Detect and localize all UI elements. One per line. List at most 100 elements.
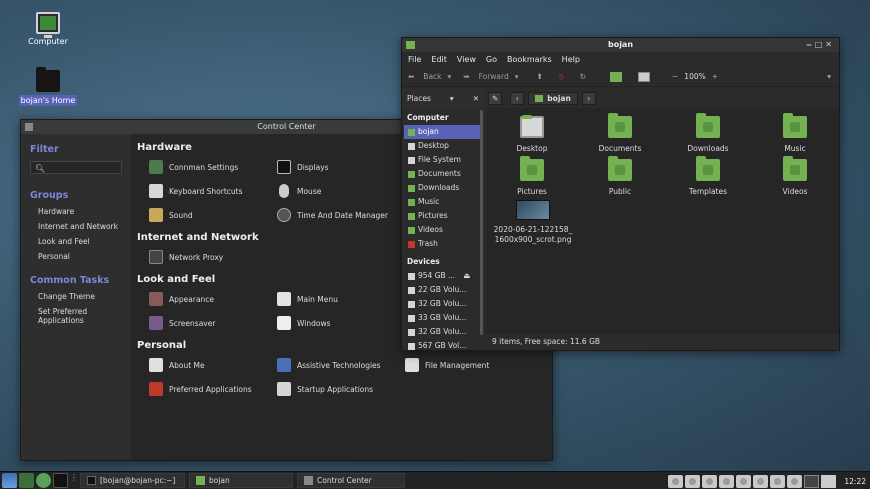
menu-file[interactable]: File bbox=[408, 52, 421, 67]
file-item-downloads[interactable]: Downloads bbox=[668, 113, 748, 153]
close-icon[interactable]: ✕ bbox=[825, 40, 835, 49]
workspace-6-icon[interactable] bbox=[753, 474, 769, 488]
workspace-2-icon[interactable] bbox=[685, 474, 701, 488]
back-button[interactable]: ⬅ Back bbox=[408, 72, 442, 81]
path-segment-current[interactable]: bojan bbox=[528, 91, 578, 105]
workspace-3-icon[interactable] bbox=[702, 474, 718, 488]
menu-go[interactable]: Go bbox=[486, 52, 497, 67]
file-item-videos[interactable]: Videos bbox=[755, 156, 835, 196]
about-me[interactable]: About Me bbox=[149, 356, 277, 374]
time-date-manager[interactable]: Time And Date Manager bbox=[277, 206, 405, 224]
clock[interactable]: 12:22 bbox=[844, 477, 866, 486]
file-manager-launcher-icon[interactable] bbox=[19, 473, 34, 488]
chevron-down-icon: ▾ bbox=[449, 93, 454, 103]
side-pane-scrollbar[interactable] bbox=[480, 110, 483, 335]
group-internet-network[interactable]: Internet and Network bbox=[38, 222, 122, 231]
network-tray-icon[interactable] bbox=[804, 474, 820, 488]
place-file-system[interactable]: File System bbox=[404, 153, 482, 167]
menu-bookmarks[interactable]: Bookmarks bbox=[507, 52, 552, 67]
group-look-feel[interactable]: Look and Feel bbox=[38, 237, 122, 246]
home-icon[interactable] bbox=[610, 71, 622, 82]
menu-view[interactable]: View bbox=[457, 52, 476, 67]
back-history-dropdown[interactable]: ▾ bbox=[448, 72, 452, 81]
device-item[interactable]: 33 GB Volu... bbox=[404, 311, 482, 325]
task-file-manager[interactable]: bojan bbox=[189, 473, 293, 488]
connman-settings[interactable]: Connman Settings bbox=[149, 158, 277, 176]
mouse[interactable]: Mouse bbox=[277, 182, 405, 200]
file-item-screenshot[interactable]: 2020-06-21-122158_1600x900_scrot.png bbox=[492, 200, 574, 245]
appearance[interactable]: Appearance bbox=[149, 290, 277, 308]
place-downloads[interactable]: Downloads bbox=[404, 181, 482, 195]
displays[interactable]: Displays bbox=[277, 158, 405, 176]
startup-applications[interactable]: Startup Applications bbox=[277, 380, 405, 398]
place-desktop[interactable]: Desktop bbox=[404, 139, 482, 153]
place-videos[interactable]: Videos bbox=[404, 223, 482, 237]
zoom-out-icon[interactable]: − bbox=[672, 72, 678, 81]
minimize-icon[interactable]: ‒ bbox=[806, 40, 815, 49]
path-scroll-left[interactable]: ‹ bbox=[510, 91, 525, 105]
menu-help[interactable]: Help bbox=[562, 52, 580, 67]
device-item[interactable]: 32 GB Volu... bbox=[404, 325, 482, 339]
file-item-music[interactable]: Music bbox=[755, 113, 835, 153]
edit-location-button[interactable]: ✎ bbox=[488, 91, 503, 105]
workspace-1-icon[interactable] bbox=[668, 474, 684, 488]
task-change-theme[interactable]: Change Theme bbox=[38, 292, 122, 301]
browser-launcher-icon[interactable] bbox=[36, 473, 51, 488]
maximize-icon[interactable]: □ bbox=[815, 40, 826, 49]
file-item-public[interactable]: Public bbox=[580, 156, 660, 196]
device-item[interactable]: 954 GB ... ⏏ bbox=[404, 269, 482, 283]
file-item-templates[interactable]: Templates bbox=[668, 156, 748, 196]
screensaver[interactable]: Screensaver bbox=[149, 314, 277, 332]
main-menu[interactable]: Main Menu bbox=[277, 290, 405, 308]
workspace-8-icon[interactable] bbox=[787, 474, 803, 488]
device-item[interactable]: 567 GB Vol... bbox=[404, 339, 482, 350]
up-icon[interactable]: ⬆ bbox=[537, 72, 543, 81]
computer-icon[interactable] bbox=[638, 71, 650, 82]
keyboard-shortcuts[interactable]: Keyboard Shortcuts bbox=[149, 182, 277, 200]
menu-edit[interactable]: Edit bbox=[431, 52, 447, 67]
task-terminal[interactable]: [bojan@bojan-pc:~] bbox=[80, 473, 185, 488]
device-item[interactable]: 22 GB Volu... bbox=[404, 283, 482, 297]
file-manager-titlebar[interactable]: bojan ‒□✕ bbox=[402, 38, 839, 52]
group-hardware[interactable]: Hardware bbox=[38, 207, 122, 216]
desktop-icon-computer[interactable]: Computer bbox=[18, 12, 78, 46]
places-selector[interactable]: Places ▾ ✕ bbox=[402, 88, 484, 108]
launcher-overflow-icon[interactable]: ⋮ bbox=[70, 473, 78, 488]
close-pane-icon[interactable]: ✕ bbox=[473, 94, 479, 103]
workspace-4-icon[interactable] bbox=[719, 474, 735, 488]
terminal-launcher-icon[interactable] bbox=[53, 473, 68, 488]
workspace-7-icon[interactable] bbox=[770, 474, 786, 488]
sound[interactable]: Sound bbox=[149, 206, 277, 224]
task-control-center[interactable]: Control Center bbox=[297, 473, 405, 488]
forward-history-dropdown[interactable]: ▾ bbox=[515, 72, 519, 81]
place-bojan[interactable]: bojan bbox=[404, 125, 482, 139]
place-documents[interactable]: Documents bbox=[404, 167, 482, 181]
file-item-pictures[interactable]: Pictures bbox=[492, 156, 572, 196]
forward-button[interactable]: ➡ Forward bbox=[463, 72, 508, 81]
workspace-5-icon[interactable] bbox=[736, 474, 752, 488]
zoom-in-icon[interactable]: + bbox=[712, 72, 718, 81]
windows[interactable]: Windows bbox=[277, 314, 405, 332]
start-menu-icon[interactable] bbox=[2, 473, 17, 488]
filter-input[interactable]: 🔍︎ bbox=[30, 161, 122, 174]
volume-icon[interactable] bbox=[821, 474, 837, 488]
desktop-icon-home[interactable]: bojan's Home bbox=[18, 67, 78, 106]
stop-icon[interactable]: ⦸ bbox=[559, 72, 564, 82]
preferred-applications[interactable]: Preferred Applications bbox=[149, 380, 277, 398]
network-proxy[interactable]: Network Proxy bbox=[149, 248, 277, 266]
file-management[interactable]: File Management bbox=[405, 356, 533, 374]
file-item-documents[interactable]: Documents bbox=[580, 113, 660, 153]
reload-icon[interactable]: ↻ bbox=[580, 72, 586, 81]
window-menu-icon[interactable] bbox=[25, 123, 33, 131]
eject-icon[interactable]: ⏏ bbox=[463, 269, 470, 283]
place-trash[interactable]: Trash bbox=[404, 237, 482, 251]
assistive-technologies[interactable]: Assistive Technologies bbox=[277, 356, 405, 374]
place-pictures[interactable]: Pictures bbox=[404, 209, 482, 223]
task-set-preferred-apps[interactable]: Set Preferred Applications bbox=[38, 307, 122, 325]
file-item-desktop[interactable]: Desktop bbox=[492, 115, 572, 153]
toolbar-overflow-icon[interactable]: ▾ bbox=[827, 72, 831, 81]
path-scroll-right[interactable]: › bbox=[581, 91, 596, 105]
group-personal[interactable]: Personal bbox=[38, 252, 122, 261]
device-item[interactable]: 32 GB Volu... bbox=[404, 297, 482, 311]
place-music[interactable]: Music bbox=[404, 195, 482, 209]
